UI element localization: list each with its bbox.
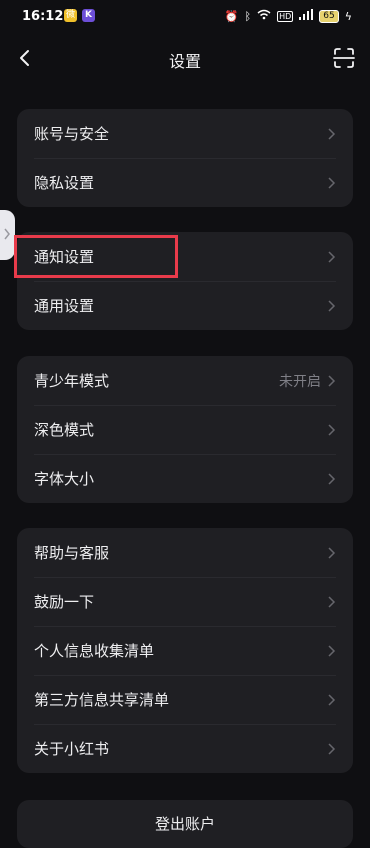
status-time: 16:12 xyxy=(22,9,64,24)
chevron-right-icon xyxy=(328,423,336,436)
settings-item-teen-mode[interactable]: 青少年模式 未开启 xyxy=(17,356,353,405)
settings-group-about: 帮助与客服 鼓励一下 个人信息收集清单 第三方信息共享清单 关于小红书 xyxy=(17,528,353,773)
settings-item-label: 青少年模式 xyxy=(34,372,110,390)
weibo-app-icon: 微 xyxy=(64,9,77,22)
chevron-right-icon xyxy=(328,472,336,485)
signal-icon xyxy=(299,9,314,23)
chevron-right-icon xyxy=(328,299,336,312)
chevron-right-icon xyxy=(328,127,336,140)
settings-item-label: 第三方信息共享清单 xyxy=(34,691,170,709)
settings-item-general[interactable]: 通用设置 xyxy=(17,281,353,330)
settings-item-label: 隐私设置 xyxy=(34,174,95,192)
logout-label: 登出账户 xyxy=(154,815,215,833)
settings-item-label: 帮助与客服 xyxy=(34,544,110,562)
settings-item-encourage[interactable]: 鼓励一下 xyxy=(17,577,353,626)
page-title: 设置 xyxy=(168,52,201,71)
status-icons: ⏰ ᛒ HD 65 ϟ xyxy=(225,9,352,23)
settings-group-account: 账号与安全 隐私设置 xyxy=(17,109,353,207)
chevron-right-icon xyxy=(328,595,336,608)
chevron-right-icon xyxy=(328,176,336,189)
settings-item-font-size[interactable]: 字体大小 xyxy=(17,454,353,503)
settings-item-label: 个人信息收集清单 xyxy=(34,642,155,660)
wifi-icon xyxy=(257,9,271,23)
settings-item-help[interactable]: 帮助与客服 xyxy=(17,528,353,577)
scan-icon xyxy=(333,48,355,68)
settings-item-privacy[interactable]: 隐私设置 xyxy=(17,158,353,207)
chevron-right-icon xyxy=(328,374,336,387)
settings-item-account-security[interactable]: 账号与安全 xyxy=(17,109,353,158)
settings-item-about[interactable]: 关于小红书 xyxy=(17,724,353,773)
settings-item-label: 通用设置 xyxy=(34,297,95,315)
battery-indicator: 65 xyxy=(319,9,339,23)
settings-item-label: 账号与安全 xyxy=(34,125,110,143)
settings-item-personal-info-list[interactable]: 个人信息收集清单 xyxy=(17,626,353,675)
settings-item-label: 鼓励一下 xyxy=(34,593,95,611)
scan-button[interactable] xyxy=(332,46,356,70)
settings-item-label: 字体大小 xyxy=(34,470,95,488)
settings-item-label: 关于小红书 xyxy=(34,740,110,758)
chevron-right-icon xyxy=(328,644,336,657)
highlight-annotation xyxy=(14,235,178,278)
bluetooth-icon: ᛒ xyxy=(244,9,252,23)
chevron-right-icon xyxy=(328,742,336,755)
status-bar: 16:12 微 K ⏰ ᛒ HD 65 ϟ xyxy=(0,0,370,32)
k-app-icon: K xyxy=(82,9,95,22)
chevron-right-icon xyxy=(328,693,336,706)
chevron-right-icon xyxy=(328,546,336,559)
side-drawer-handle[interactable] xyxy=(0,210,15,260)
charging-icon: ϟ xyxy=(344,9,352,23)
chevron-right-icon xyxy=(4,228,10,240)
settings-item-third-party-sharing[interactable]: 第三方信息共享清单 xyxy=(17,675,353,724)
settings-item-dark-mode[interactable]: 深色模式 xyxy=(17,405,353,454)
settings-item-label: 深色模式 xyxy=(34,421,95,439)
logout-button[interactable]: 登出账户 xyxy=(17,800,353,848)
chevron-right-icon xyxy=(328,250,336,263)
settings-group-display: 青少年模式 未开启 深色模式 字体大小 xyxy=(17,356,353,503)
nav-bar: 设置 xyxy=(0,32,370,84)
teen-mode-status: 未开启 xyxy=(279,373,321,390)
alarm-icon: ⏰ xyxy=(224,9,239,23)
hd-badge: HD xyxy=(277,10,294,22)
